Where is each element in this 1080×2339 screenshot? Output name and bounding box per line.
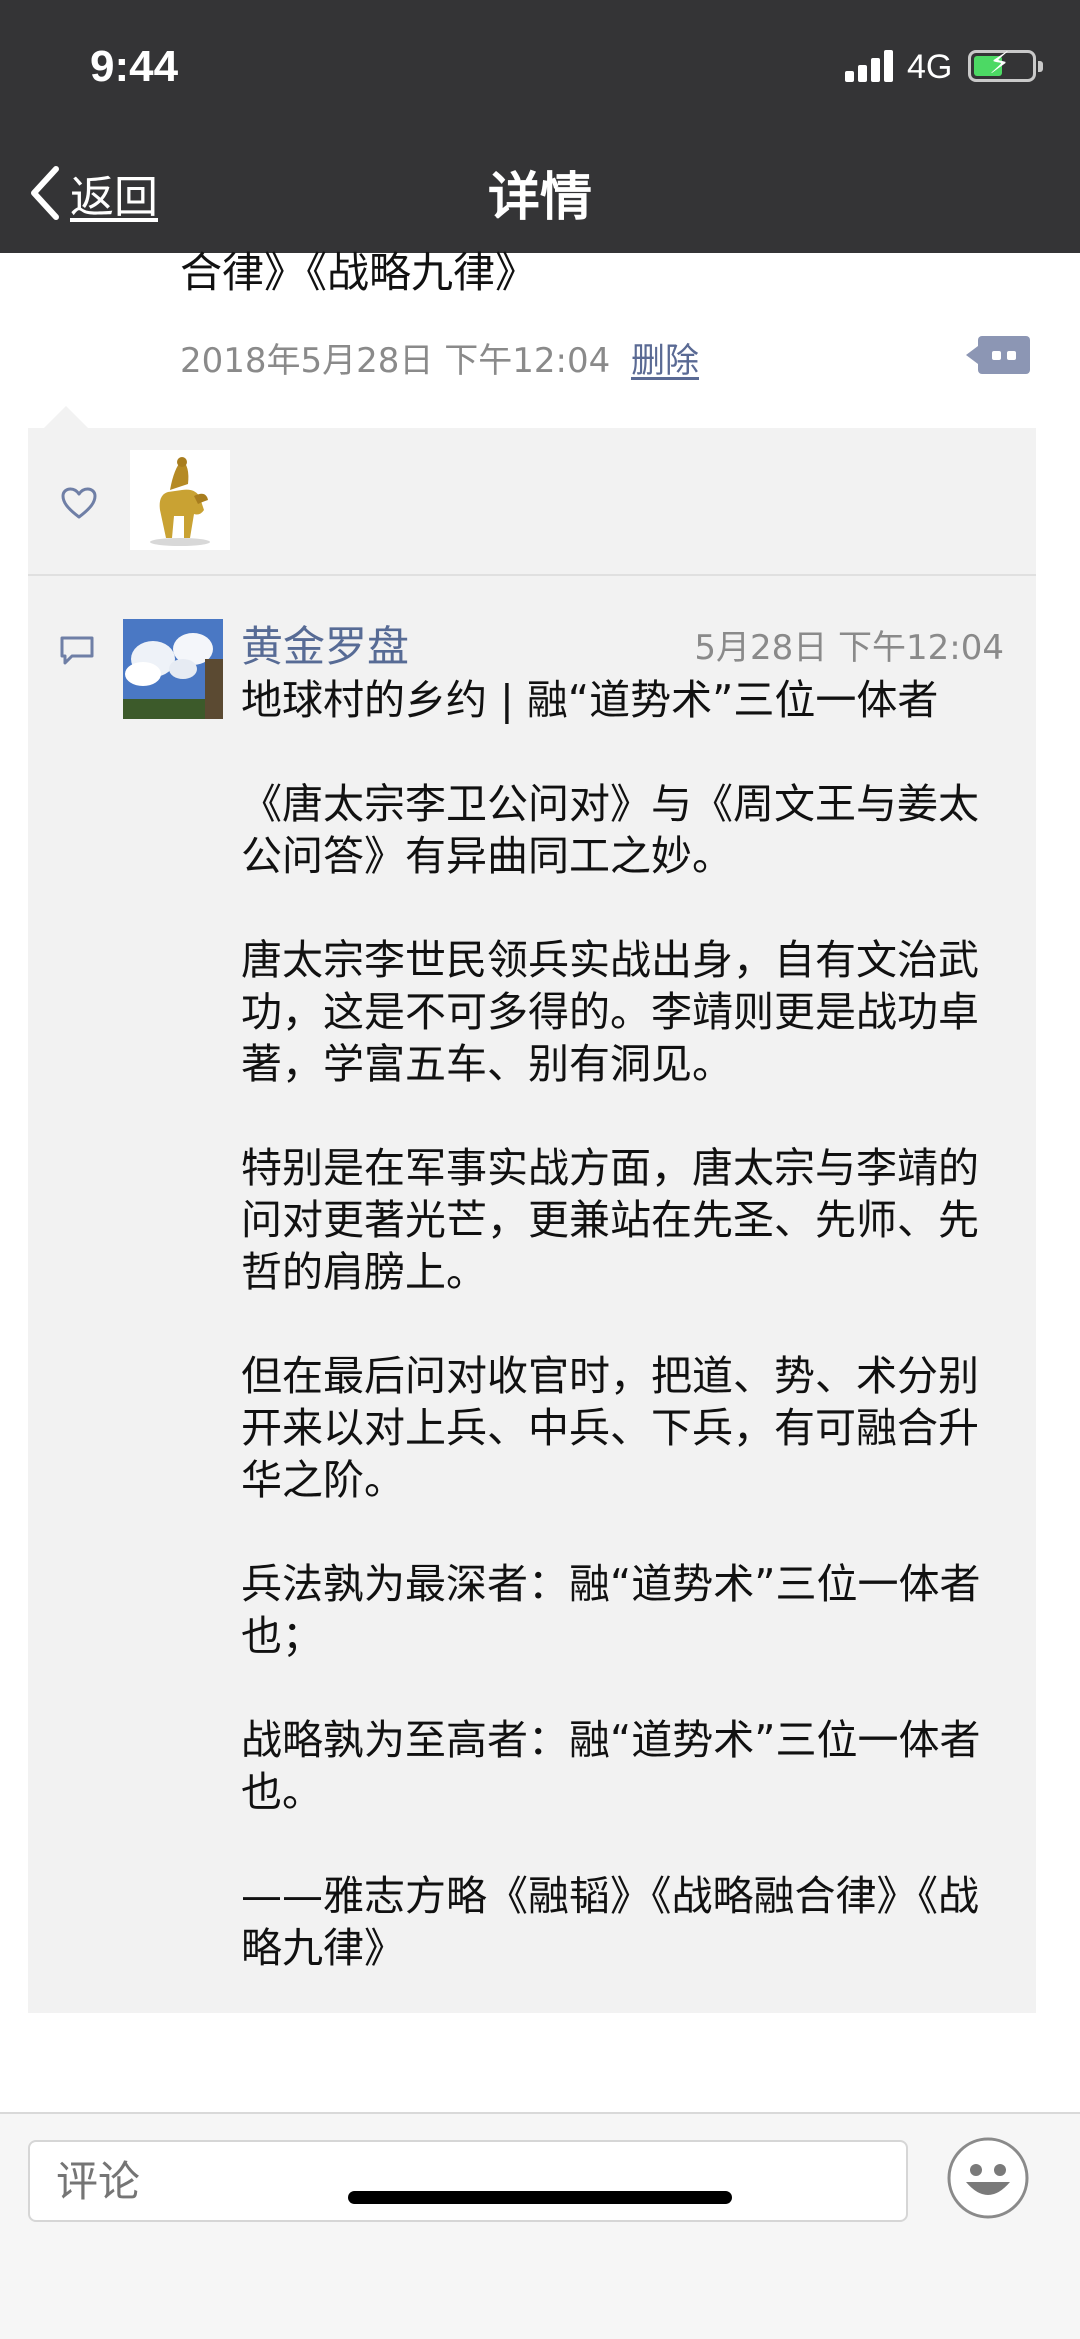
commenter-avatar[interactable] (123, 619, 223, 719)
comment-paragraph: 地球村的乡约 | 融“道势术”三位一体者 (241, 676, 939, 724)
liker-avatar[interactable] (130, 450, 230, 550)
comment-paragraph (241, 1090, 1001, 1142)
delete-link[interactable]: 删除 (631, 333, 699, 382)
page-title: 详情 (487, 168, 592, 228)
post-text: 合律》《战略九律》 (180, 248, 538, 297)
golden-bull-statue-icon (130, 450, 230, 550)
comment-paragraph: 兵法孰为最深者：融“道势术”三位一体者也； (241, 1560, 981, 1660)
navigation-header: 9:44 4G ⚡ 返回 详情 (0, 0, 1080, 253)
comment-bar (0, 2112, 1080, 2339)
comment-timestamp: 5月28日 下午12:04 (694, 628, 1004, 668)
comment-paragraph: 但在最后问对收官时，把道、势、术分别开来以对上兵、中兵、下兵，有可融合升华之阶。 (241, 1352, 979, 1504)
comment-text: 地球村的乡约 | 融“道势术”三位一体者 《唐太宗李卫公问对》与《周文王与姜太公… (241, 674, 1001, 1974)
comment-icon (60, 636, 94, 665)
comment-paragraph (241, 1506, 1001, 1558)
interaction-panel: 黄金罗盘 5月28日 下午12:04 地球村的乡约 | 融“道势术”三位一体者 … (28, 428, 1036, 2013)
more-actions-button[interactable] (966, 336, 1030, 374)
comment-paragraph (241, 726, 1001, 778)
network-type: 4G (907, 48, 953, 86)
home-indicator (348, 2191, 732, 2204)
panel-pointer (44, 406, 88, 428)
battery-icon: ⚡ (968, 49, 1043, 82)
status-time: 9:44 (90, 42, 179, 91)
comment-paragraph: 战略孰为至高者：融“道势术”三位一体者也。 (241, 1716, 981, 1816)
comment-paragraph (241, 1662, 1001, 1714)
comment-paragraph (241, 1298, 1001, 1350)
comment-paragraph: 特别是在军事实战方面，唐太宗与李靖的问对更著光芒，更兼站在先圣、先师、先哲的肩膀… (241, 1144, 979, 1296)
comment-input[interactable] (28, 2140, 908, 2222)
sky-clouds-avatar-icon (123, 619, 223, 719)
comment-paragraph (241, 882, 1001, 934)
likes-row (28, 428, 1036, 576)
comment-paragraph (241, 1818, 1001, 1870)
heart-icon (61, 487, 97, 519)
signal-icon (845, 50, 897, 82)
comment-paragraph: 唐太宗李世民领兵实战出身，自有文治武功，这是不可多得的。李靖则更是战功卓著，学富… (241, 936, 979, 1088)
emoji-icon[interactable] (946, 2136, 1030, 2220)
post-timestamp: 2018年5月28日 下午12:04 (180, 341, 611, 381)
commenter-name[interactable]: 黄金罗盘 (241, 613, 409, 674)
comment-paragraph: 《唐太宗李卫公问对》与《周文王与姜太公问答》有异曲同工之妙。 (241, 780, 979, 880)
comment-paragraph: ——雅志方略《融韬》《战略融合律》《战略九律》 (241, 1872, 979, 1972)
